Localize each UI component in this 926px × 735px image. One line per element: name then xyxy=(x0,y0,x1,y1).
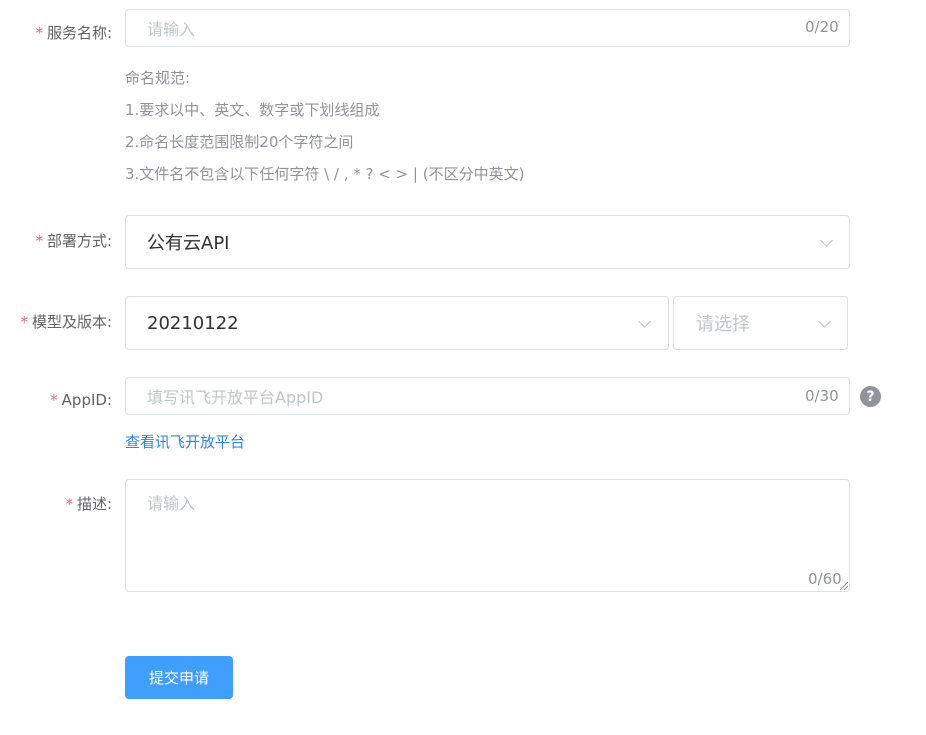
appid-input[interactable]: 填写讯飞开放平台AppID xyxy=(125,377,850,415)
naming-rule-3: 3.文件名不包含以下任何字符 \ / , * ? < > | (不区分中英文) xyxy=(125,165,525,183)
required-asterisk: * xyxy=(50,391,58,409)
description-counter: 0/60 xyxy=(808,570,842,588)
model-value: 20210122 xyxy=(147,312,239,334)
required-asterisk: * xyxy=(35,24,43,42)
appid-label: * AppID: xyxy=(50,391,112,409)
open-platform-link[interactable]: 查看讯飞开放平台 xyxy=(125,431,245,452)
description-placeholder: 请输入 xyxy=(147,494,196,513)
naming-rules-title: 命名规范: xyxy=(125,69,191,87)
model-select[interactable]: 20210122 xyxy=(125,296,669,350)
model-version-label: * 模型及版本: xyxy=(20,313,112,331)
version-placeholder: 请选择 xyxy=(696,314,750,335)
service-name-label: * 服务名称: xyxy=(35,24,112,42)
naming-rule-1: 1.要求以中、英文、数字或下划线组成 xyxy=(125,101,380,119)
submit-button[interactable]: 提交申请 xyxy=(125,656,233,699)
resize-handle[interactable] xyxy=(840,582,848,590)
question-circle-icon[interactable]: ? xyxy=(860,386,881,407)
description-label: * 描述: xyxy=(65,495,112,513)
required-asterisk: * xyxy=(35,232,43,250)
deploy-method-label: * 部署方式: xyxy=(35,232,112,250)
required-asterisk: * xyxy=(65,495,73,513)
deploy-method-select[interactable]: 公有云API xyxy=(125,215,850,269)
required-asterisk: * xyxy=(20,313,28,331)
service-name-input[interactable]: 请输入 xyxy=(125,9,850,47)
appid-counter: 0/30 xyxy=(805,387,839,405)
service-name-placeholder: 请输入 xyxy=(147,20,196,39)
appid-placeholder: 填写讯飞开放平台AppID xyxy=(147,388,324,407)
deploy-method-value: 公有云API xyxy=(147,233,230,254)
service-name-counter: 0/20 xyxy=(805,18,839,36)
naming-rule-2: 2.命名长度范围限制20个字符之间 xyxy=(125,133,354,151)
description-textarea[interactable]: 请输入 xyxy=(125,479,850,592)
